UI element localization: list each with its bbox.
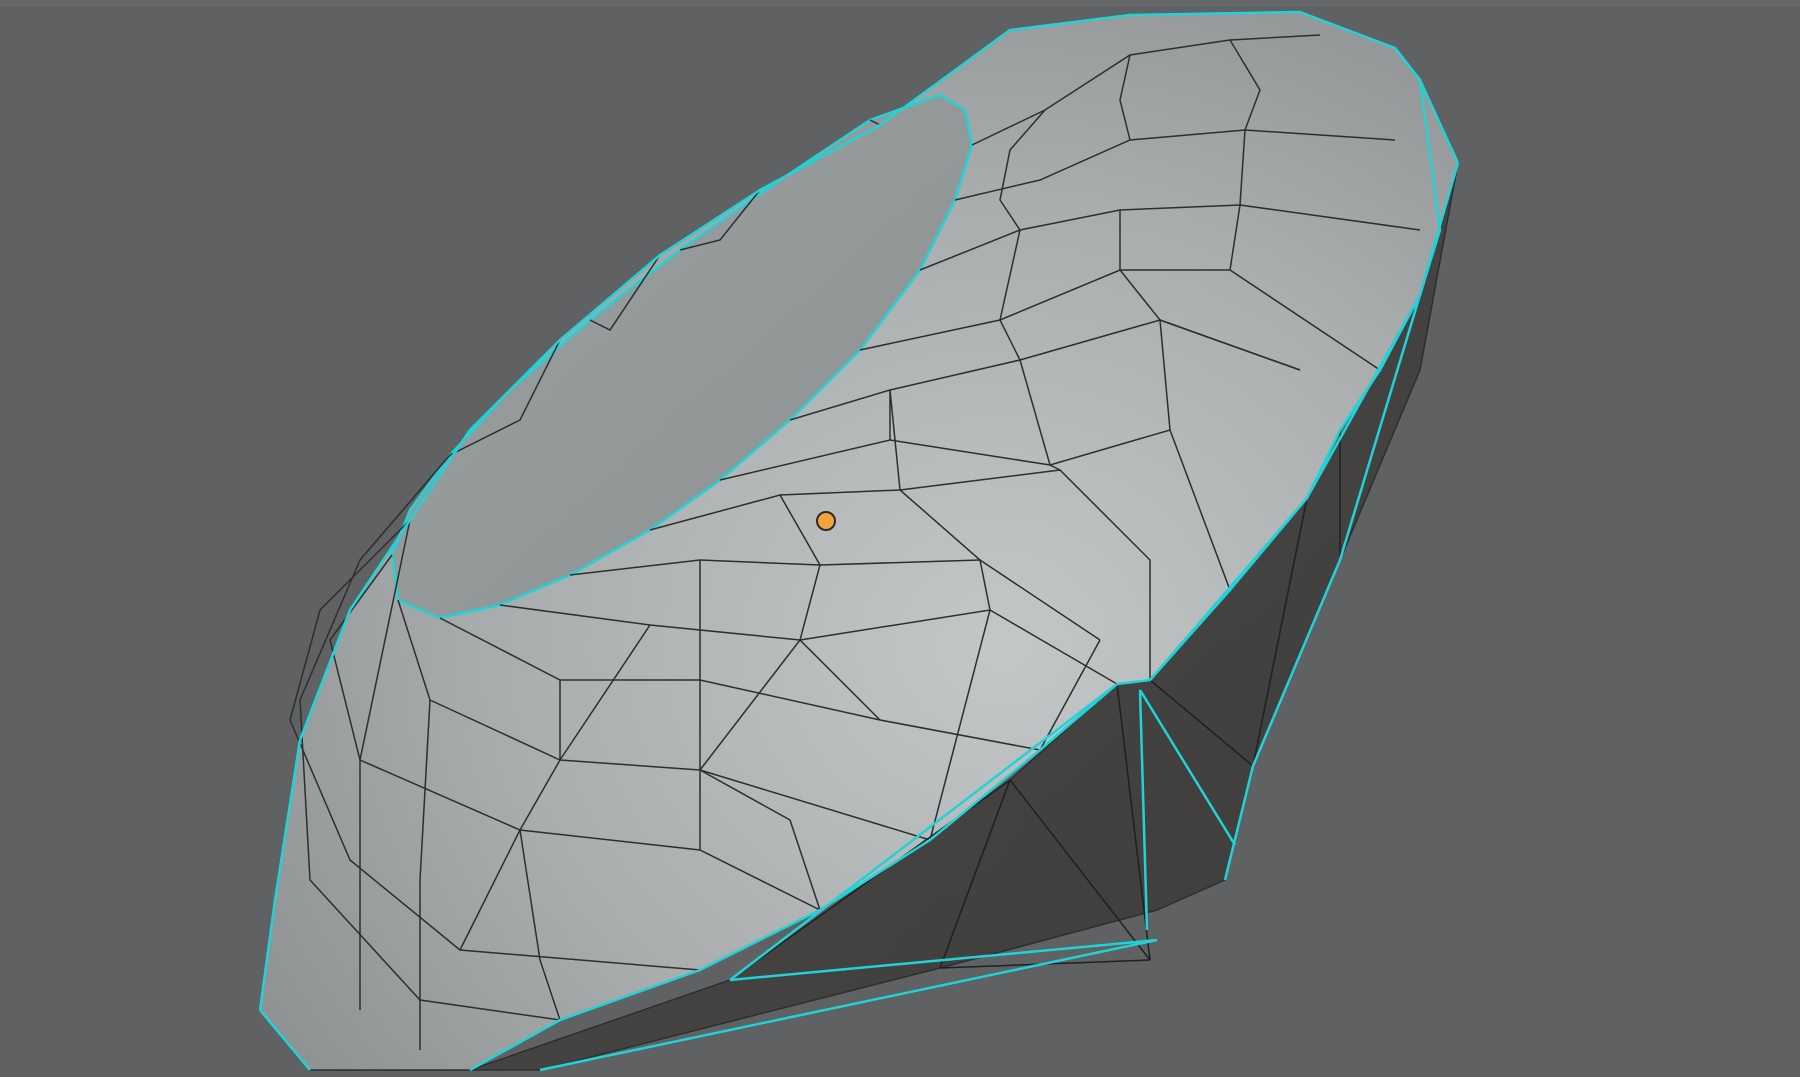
gem-mesh[interactable]: [258, 10, 1460, 1072]
object-origin-dot[interactable]: [816, 511, 836, 531]
3d-viewport[interactable]: [0, 0, 1800, 1077]
viewport-canvas[interactable]: [0, 0, 1800, 1077]
